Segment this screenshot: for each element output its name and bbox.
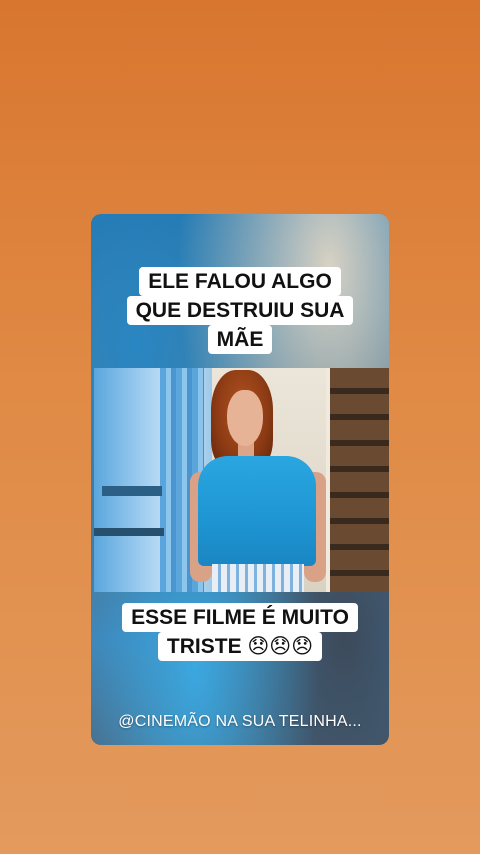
movie-still xyxy=(94,368,389,592)
scene-stairs xyxy=(330,368,389,592)
caption-bottom-line-2: TRISTE 😞😞😞 xyxy=(157,632,323,661)
caption-top-line-1: ELE FALOU ALGO xyxy=(139,267,341,296)
scene-shelf xyxy=(102,486,162,496)
caption-top: ELE FALOU ALGO QUE DESTRUIU SUA MÃE xyxy=(91,267,389,354)
post-card[interactable]: ELE FALOU ALGO QUE DESTRUIU SUA MÃE ESSE… xyxy=(91,214,389,745)
person-skirt xyxy=(212,564,304,592)
person-face xyxy=(227,390,263,446)
scene-shelf-lower xyxy=(94,528,164,536)
account-handle[interactable]: @CINEMÃO NA SUA TELINHA... xyxy=(91,713,389,731)
caption-bottom-line-1: ESSE FILME É MUITO xyxy=(122,603,358,632)
person-shirt xyxy=(198,456,316,566)
caption-bottom: ESSE FILME É MUITO TRISTE 😞😞😞 xyxy=(91,603,389,661)
caption-top-line-3: MÃE xyxy=(207,325,273,354)
caption-top-line-2: QUE DESTRUIU SUA xyxy=(126,296,354,325)
